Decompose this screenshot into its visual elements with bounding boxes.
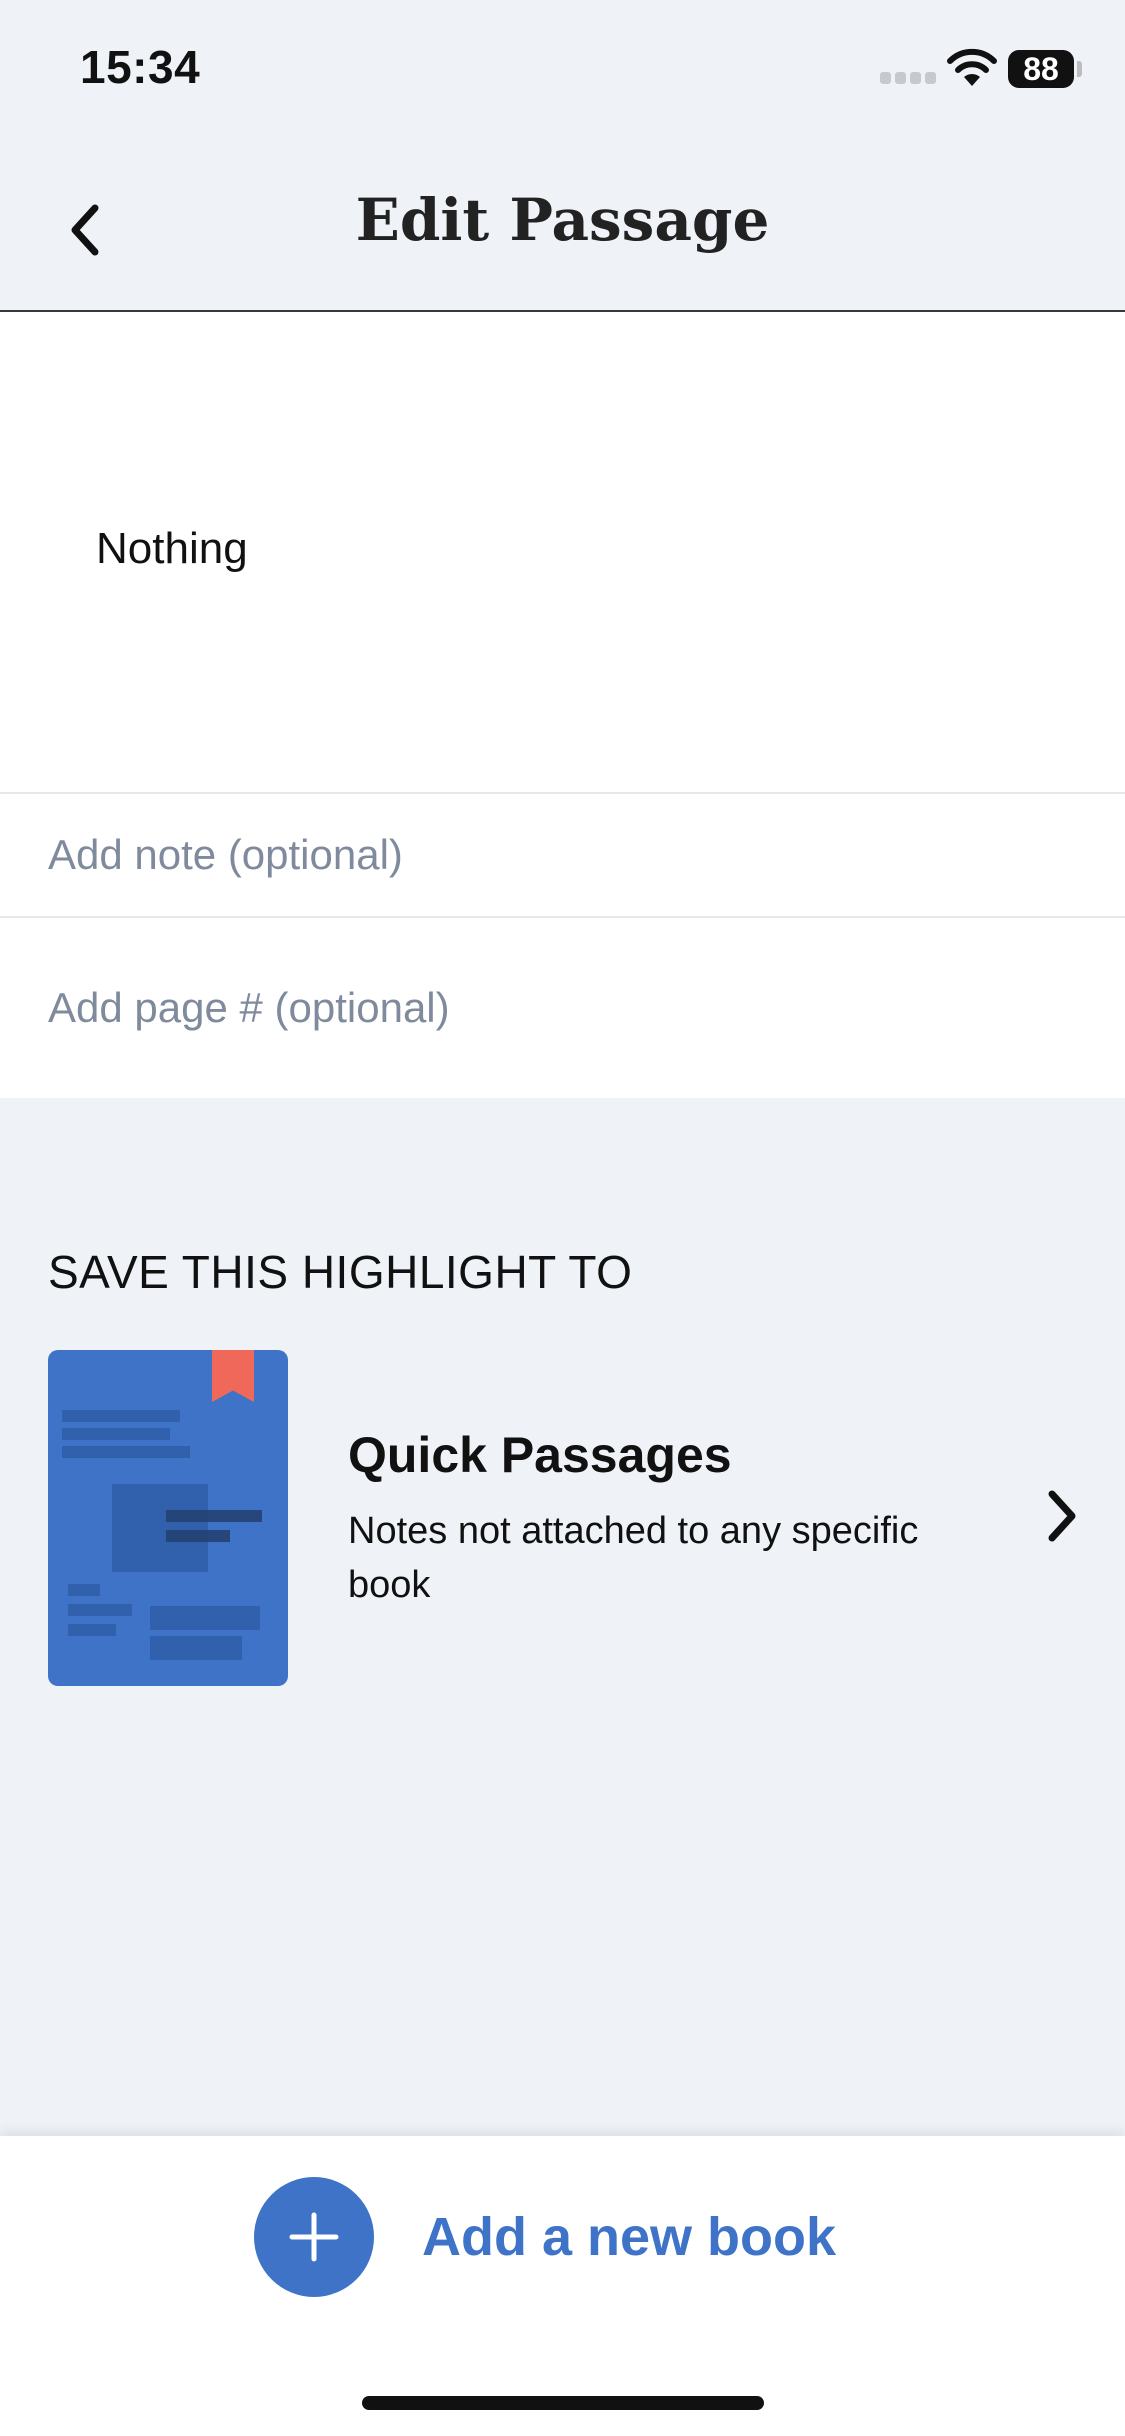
page-number-input[interactable]: [48, 984, 1125, 1032]
battery-cap: [1077, 61, 1082, 77]
save-section-heading: SAVE THIS HIGHLIGHT TO: [48, 1246, 633, 1298]
plus-icon: [254, 2177, 374, 2297]
page-title: Edit Passage: [355, 186, 770, 254]
book-cover-image: [48, 1350, 288, 1686]
book-row-quick-passages[interactable]: Quick Passages Notes not attached to any…: [0, 1350, 1125, 1686]
passage-text: Nothing: [96, 524, 248, 573]
battery-icon: 88: [1008, 50, 1074, 88]
navigation-bar: Edit Passage: [0, 140, 1125, 312]
bottom-action-bar: Add a new book: [0, 2136, 1125, 2436]
wifi-icon: [947, 48, 997, 86]
page-number-field[interactable]: [0, 916, 1125, 1098]
note-field[interactable]: [0, 792, 1125, 916]
note-input[interactable]: [48, 831, 1125, 879]
battery-level: 88: [1023, 50, 1059, 87]
add-new-book-button[interactable]: Add a new book: [254, 2176, 836, 2298]
bookmark-icon: [212, 1350, 254, 1402]
plus-glyph: [289, 2212, 339, 2262]
book-description: Notes not attached to any specific book: [348, 1510, 919, 1606]
add-new-book-label: Add a new book: [422, 2207, 837, 2267]
status-bar: 15:34 88: [0, 0, 1125, 140]
status-time: 15:34: [80, 41, 201, 93]
book-title: Quick Passages: [348, 1427, 732, 1483]
cellular-signal-icon: [880, 72, 936, 84]
passage-text-area[interactable]: Nothing: [0, 312, 1125, 792]
chevron-right-icon: [1048, 1490, 1076, 1542]
home-indicator: [362, 2396, 764, 2410]
